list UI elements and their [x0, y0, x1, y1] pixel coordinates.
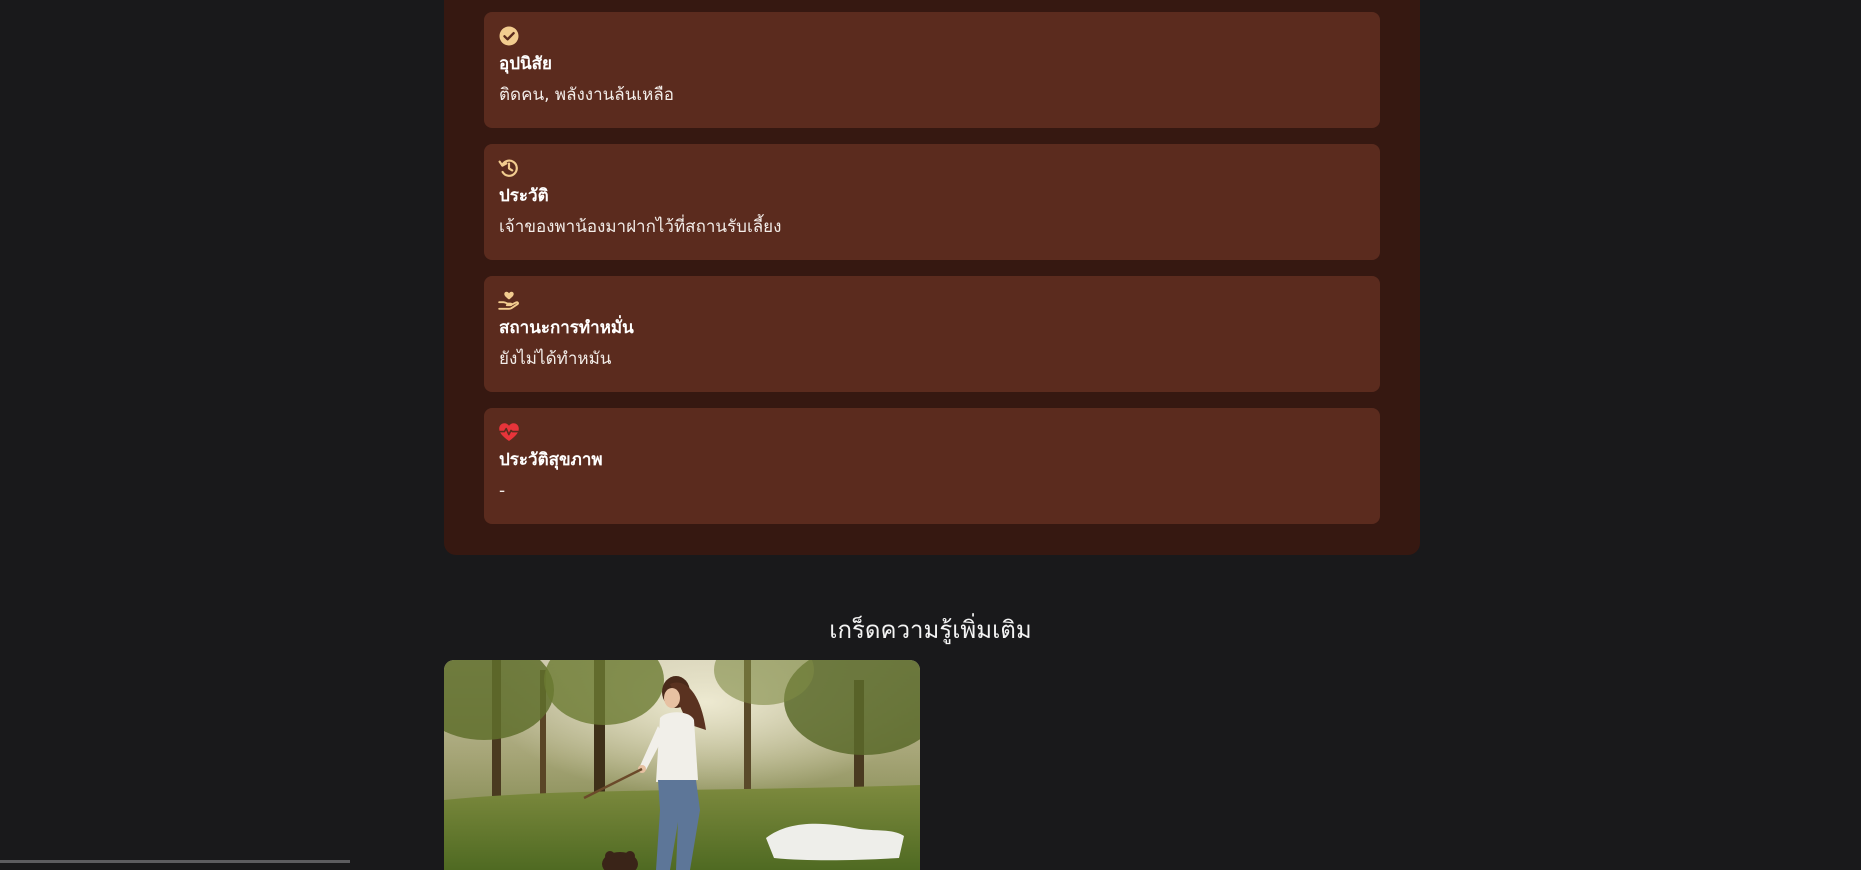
check-circle-icon — [499, 26, 519, 46]
history-icon — [498, 159, 518, 177]
hand-heart-icon — [498, 291, 519, 310]
detail-card-neuter-status: สถานะการทำหมั่น ยังไม่ได้ทำหมัน — [484, 276, 1380, 392]
detail-card-health-history: ประวัติสุขภาพ - — [484, 408, 1380, 524]
detail-value-history: เจ้าของพาน้องมาฝากไว้ที่สถานรับเลี้ยง — [499, 217, 782, 237]
detail-value-health-history: - — [499, 481, 506, 501]
detail-title-health-history: ประวัติสุขภาพ — [499, 450, 603, 470]
detail-card-history: ประวัติ เจ้าของพาน้องมาฝากไว้ที่สถานรับเ… — [484, 144, 1380, 260]
detail-value-habit: ติดคน, พลังงานล้นเหลือ — [499, 85, 674, 105]
heart-pulse-icon — [499, 423, 519, 441]
knowledge-section-title: เกร็ดความรู้เพิ่มเติม — [829, 616, 1032, 644]
knowledge-article-card[interactable] — [444, 660, 920, 870]
detail-value-neuter-status: ยังไม่ได้ทำหมัน — [499, 349, 612, 369]
detail-card-habit: อุปนิสัย ติดคน, พลังงานล้นเหลือ — [484, 12, 1380, 128]
detail-title-history: ประวัติ — [499, 186, 549, 206]
detail-title-habit: อุปนิสัย — [499, 54, 552, 74]
detail-title-neuter-status: สถานะการทำหมั่น — [499, 318, 634, 338]
article-photo — [444, 660, 920, 870]
